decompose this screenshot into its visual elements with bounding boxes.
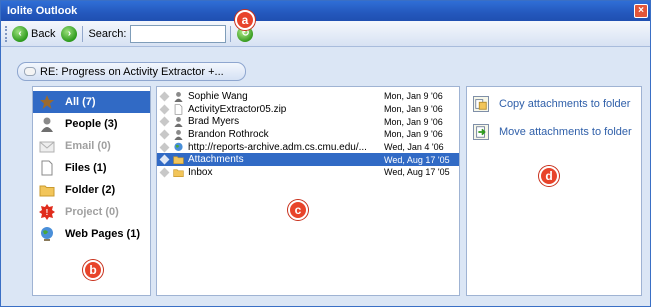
category-web-pages[interactable]: Web Pages (1): [33, 223, 150, 245]
category-label: Web Pages (1): [65, 228, 140, 240]
item-name: Sophie Wang: [188, 90, 248, 102]
search-input[interactable]: [130, 24, 227, 43]
back-icon[interactable]: ‹: [12, 25, 28, 42]
category-label: Folder (2): [65, 184, 116, 196]
item-date: Wed, Aug 17 '05: [384, 154, 450, 165]
globe-icon: [39, 226, 57, 242]
breadcrumb-tab[interactable]: RE: Progress on Activity Extractor +...: [17, 62, 246, 81]
item-name: Brandon Rothrock: [188, 128, 269, 140]
item-list: Sophie Wang Mon, Jan 9 '06 ActivityExtra…: [156, 86, 460, 296]
category-label: Email (0): [65, 140, 111, 152]
item-date: Mon, Jan 9 '06: [384, 116, 443, 127]
category-project[interactable]: ! Project (0): [33, 201, 150, 223]
folder-icon: [173, 154, 184, 165]
expand-icon[interactable]: [159, 91, 170, 102]
expand-icon[interactable]: [159, 154, 170, 165]
search-label: Search:: [88, 27, 127, 40]
expand-icon[interactable]: [159, 116, 170, 127]
forward-icon[interactable]: ›: [61, 25, 78, 42]
item-date: Mon, Jan 9 '06: [384, 129, 443, 140]
category-label: Project (0): [65, 206, 119, 218]
copy-icon: [473, 96, 489, 112]
folder-icon: [173, 167, 184, 178]
breadcrumb-label: RE: Progress on Activity Extractor +...: [40, 65, 224, 78]
globe-icon: [173, 142, 184, 153]
move-attachments-link[interactable]: Move attachments to folder: [473, 121, 641, 143]
copy-attachments-link[interactable]: Copy attachments to folder: [473, 93, 641, 115]
title-bar: Iolite Outlook ×: [1, 1, 650, 21]
close-button[interactable]: ×: [634, 4, 648, 18]
envelope-icon: [24, 67, 36, 76]
category-people[interactable]: People (3): [33, 113, 150, 135]
category-label: People (3): [65, 118, 118, 130]
list-item[interactable]: Brandon Rothrock Mon, Jan 9 '06: [157, 128, 459, 141]
action-panel: Copy attachments to folder Move attachme…: [466, 86, 642, 296]
expand-icon[interactable]: [159, 129, 170, 140]
expand-icon[interactable]: [159, 142, 170, 153]
toolbar-separator: [230, 25, 232, 42]
envelope-icon: [39, 138, 57, 154]
svg-text:!: !: [46, 208, 49, 217]
person-icon: [173, 91, 184, 102]
item-name: ActivityExtractor05.zip: [188, 103, 287, 115]
action-label: Move attachments to folder: [499, 126, 632, 138]
item-name: Inbox: [188, 166, 213, 178]
category-email[interactable]: Email (0): [33, 135, 150, 157]
callout-d: d: [539, 166, 559, 186]
back-button[interactable]: Back: [31, 28, 55, 40]
list-item[interactable]: Brad Myers Mon, Jan 9 '06: [157, 115, 459, 128]
toolbar-grip[interactable]: [5, 25, 8, 42]
folder-icon: [39, 182, 57, 198]
callout-b: b: [83, 260, 103, 280]
expand-icon[interactable]: [159, 167, 170, 178]
expand-icon[interactable]: [159, 104, 170, 114]
list-item[interactable]: Inbox Wed, Aug 17 '05: [157, 166, 459, 179]
person-icon: [173, 129, 184, 140]
item-date: Mon, Jan 9 '06: [384, 91, 443, 102]
person-icon: [39, 116, 57, 132]
category-files[interactable]: Files (1): [33, 157, 150, 179]
toolbar: ‹ Back › Search: ↻: [1, 21, 650, 47]
callout-c: c: [288, 200, 308, 220]
category-label: All (7): [65, 96, 96, 108]
item-name: Attachments: [188, 154, 244, 166]
star-icon: [39, 94, 57, 110]
list-item[interactable]: Sophie Wang Mon, Jan 9 '06: [157, 90, 459, 103]
item-date: Wed, Jan 4 '06: [384, 142, 444, 153]
category-label: Files (1): [65, 162, 107, 174]
item-name: http://reports-archive.adm.cs.cmu.edu/..…: [188, 141, 367, 153]
project-icon: !: [39, 204, 57, 220]
item-date: Wed, Aug 17 '05: [384, 167, 450, 178]
person-icon: [173, 116, 184, 128]
file-icon: [39, 160, 57, 176]
toolbar-separator: [82, 25, 84, 42]
list-item[interactable]: Attachments Wed, Aug 17 '05: [157, 153, 459, 167]
list-item[interactable]: http://reports-archive.adm.cs.cmu.edu/..…: [157, 141, 459, 154]
category-folder[interactable]: Folder (2): [33, 179, 150, 201]
app-window: Iolite Outlook × ‹ Back › Search: ↻ a RE…: [0, 0, 651, 307]
category-all[interactable]: All (7): [33, 91, 150, 113]
window-title: Iolite Outlook: [7, 5, 78, 17]
item-name: Brad Myers: [188, 116, 240, 128]
callout-a: a: [235, 10, 255, 30]
list-item[interactable]: ActivityExtractor05.zip Mon, Jan 9 '06: [157, 103, 459, 116]
item-date: Mon, Jan 9 '06: [384, 104, 443, 115]
file-icon: [173, 103, 184, 115]
action-label: Copy attachments to folder: [499, 98, 631, 110]
move-icon: [473, 124, 489, 140]
